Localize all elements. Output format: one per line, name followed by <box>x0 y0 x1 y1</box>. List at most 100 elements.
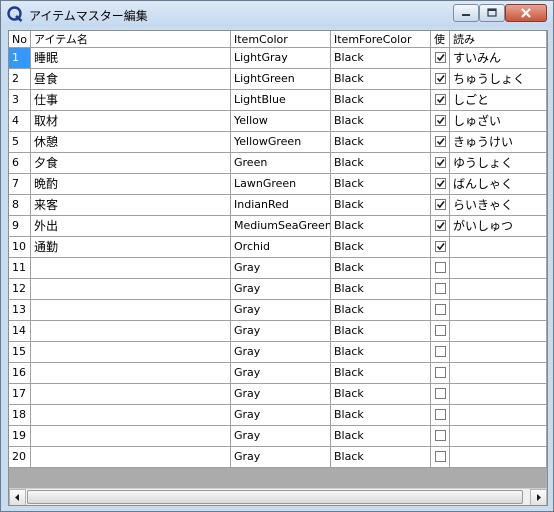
use-checkbox[interactable] <box>435 115 446 126</box>
header-no[interactable]: No <box>9 31 31 48</box>
scrollbar-thumb[interactable] <box>27 490 523 504</box>
cell-no[interactable]: 5 <box>9 132 31 153</box>
cell-item-name[interactable] <box>31 321 231 342</box>
cell-item-fore-color[interactable]: Black <box>331 111 431 132</box>
cell-item-name[interactable] <box>31 447 231 468</box>
cell-item-name[interactable] <box>31 258 231 279</box>
cell-use[interactable] <box>431 279 450 300</box>
use-checkbox[interactable] <box>435 451 446 462</box>
cell-item-fore-color[interactable]: Black <box>331 237 431 258</box>
cell-no[interactable]: 10 <box>9 237 31 258</box>
table-row[interactable]: 15 Gray Black <box>9 342 547 363</box>
table-row[interactable]: 16 Gray Black <box>9 363 547 384</box>
table-row[interactable]: 12 Gray Black <box>9 279 547 300</box>
cell-item-name[interactable] <box>31 384 231 405</box>
cell-item-name[interactable]: 昼食 <box>31 69 231 90</box>
cell-yomi[interactable] <box>450 447 547 468</box>
use-checkbox[interactable] <box>435 241 446 252</box>
cell-item-color[interactable]: Gray <box>231 405 331 426</box>
cell-item-color[interactable]: LightGray <box>231 48 331 69</box>
header-yomi[interactable]: 読み <box>450 31 547 48</box>
table-row[interactable]: 14 Gray Black <box>9 321 547 342</box>
cell-item-fore-color[interactable]: Black <box>331 195 431 216</box>
use-checkbox[interactable] <box>435 262 446 273</box>
cell-no[interactable]: 20 <box>9 447 31 468</box>
cell-item-color[interactable]: Gray <box>231 447 331 468</box>
cell-item-color[interactable]: LawnGreen <box>231 174 331 195</box>
cell-no[interactable]: 11 <box>9 258 31 279</box>
table-row[interactable]: 17 Gray Black <box>9 384 547 405</box>
cell-item-fore-color[interactable]: Black <box>331 258 431 279</box>
cell-item-fore-color[interactable]: Black <box>331 279 431 300</box>
use-checkbox[interactable] <box>435 220 446 231</box>
cell-yomi[interactable] <box>450 321 547 342</box>
cell-item-fore-color[interactable]: Black <box>331 216 431 237</box>
cell-no[interactable]: 2 <box>9 69 31 90</box>
table-row[interactable]: 19 Gray Black <box>9 426 547 447</box>
header-use[interactable]: 使 <box>431 31 450 48</box>
minimize-button[interactable] <box>453 4 479 22</box>
table-row[interactable]: 7 晩酌 LawnGreen Black ばんしゃく <box>9 174 547 195</box>
cell-no[interactable]: 6 <box>9 153 31 174</box>
cell-no[interactable]: 8 <box>9 195 31 216</box>
cell-yomi[interactable]: ちゅうしょく <box>450 69 547 90</box>
cell-no[interactable]: 18 <box>9 405 31 426</box>
cell-item-color[interactable]: Orchid <box>231 237 331 258</box>
table-row[interactable]: 1 睡眠 LightGray Black すいみん <box>9 48 547 69</box>
cell-use[interactable] <box>431 48 450 69</box>
cell-item-color[interactable]: Gray <box>231 426 331 447</box>
cell-no[interactable]: 13 <box>9 300 31 321</box>
cell-item-name[interactable] <box>31 342 231 363</box>
use-checkbox[interactable] <box>435 283 446 294</box>
cell-item-color[interactable]: Gray <box>231 300 331 321</box>
use-checkbox[interactable] <box>435 325 446 336</box>
cell-use[interactable] <box>431 447 450 468</box>
cell-yomi[interactable] <box>450 363 547 384</box>
cell-item-fore-color[interactable]: Black <box>331 426 431 447</box>
header-item-color[interactable]: ItemColor <box>231 31 331 48</box>
cell-item-color[interactable]: IndianRed <box>231 195 331 216</box>
cell-no[interactable]: 1 <box>9 48 31 69</box>
cell-no[interactable]: 17 <box>9 384 31 405</box>
cell-yomi[interactable] <box>450 258 547 279</box>
cell-item-color[interactable]: Gray <box>231 384 331 405</box>
cell-item-color[interactable]: Gray <box>231 363 331 384</box>
cell-item-fore-color[interactable]: Black <box>331 69 431 90</box>
cell-item-color[interactable]: Gray <box>231 279 331 300</box>
cell-item-name[interactable]: 通勤 <box>31 237 231 258</box>
cell-no[interactable]: 4 <box>9 111 31 132</box>
cell-item-fore-color[interactable]: Black <box>331 363 431 384</box>
cell-item-fore-color[interactable]: Black <box>331 300 431 321</box>
cell-use[interactable] <box>431 195 450 216</box>
cell-item-name[interactable]: 晩酌 <box>31 174 231 195</box>
cell-yomi[interactable] <box>450 426 547 447</box>
cell-use[interactable] <box>431 300 450 321</box>
scroll-right-button[interactable] <box>530 489 547 505</box>
header-item-name[interactable]: アイテム名 <box>31 31 231 48</box>
cell-item-name[interactable]: 休憩 <box>31 132 231 153</box>
cell-item-fore-color[interactable]: Black <box>331 447 431 468</box>
header-item-fore-color[interactable]: ItemForeColor <box>331 31 431 48</box>
table-row[interactable]: 3 仕事 LightBlue Black しごと <box>9 90 547 111</box>
cell-use[interactable] <box>431 69 450 90</box>
use-checkbox[interactable] <box>435 367 446 378</box>
cell-use[interactable] <box>431 132 450 153</box>
cell-item-name[interactable] <box>31 300 231 321</box>
use-checkbox[interactable] <box>435 136 446 147</box>
cell-use[interactable] <box>431 363 450 384</box>
table-row[interactable]: 20 Gray Black <box>9 447 547 468</box>
use-checkbox[interactable] <box>435 178 446 189</box>
cell-item-color[interactable]: LightBlue <box>231 90 331 111</box>
use-checkbox[interactable] <box>435 94 446 105</box>
cell-item-color[interactable]: Yellow <box>231 111 331 132</box>
cell-item-name[interactable]: 仕事 <box>31 90 231 111</box>
table-row[interactable]: 10 通勤 Orchid Black <box>9 237 547 258</box>
table-row[interactable]: 18 Gray Black <box>9 405 547 426</box>
cell-no[interactable]: 3 <box>9 90 31 111</box>
cell-yomi[interactable] <box>450 405 547 426</box>
maximize-button[interactable] <box>479 4 505 22</box>
cell-item-fore-color[interactable]: Black <box>331 132 431 153</box>
title-bar[interactable]: アイテムマスター編集 <box>1 1 553 27</box>
cell-use[interactable] <box>431 342 450 363</box>
cell-item-name[interactable] <box>31 363 231 384</box>
